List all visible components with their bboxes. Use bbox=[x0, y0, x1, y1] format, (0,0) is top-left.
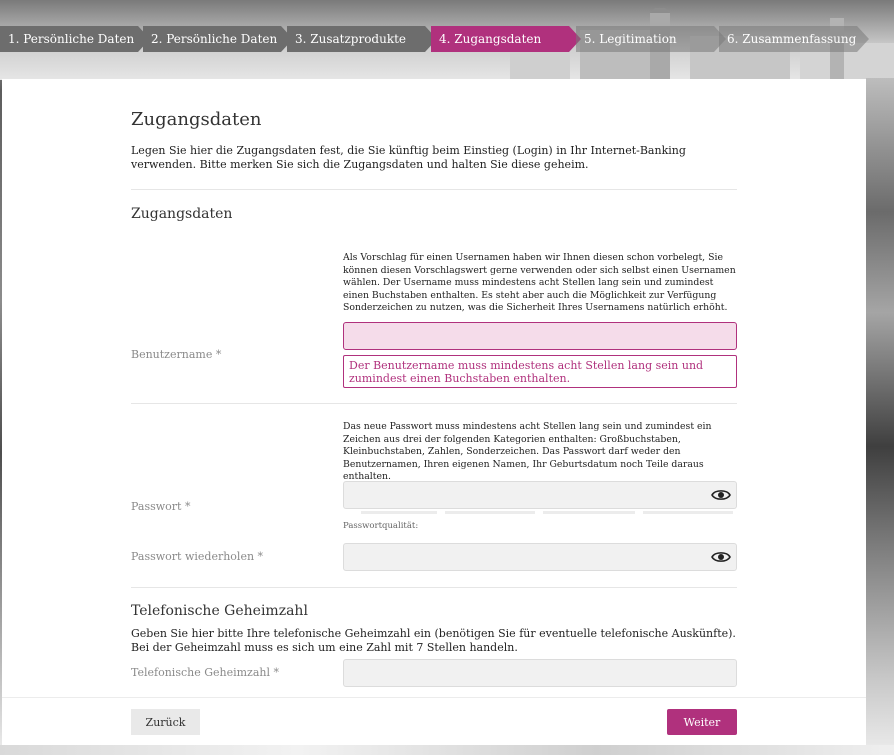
phone-pin-label: Telefonische Geheimzahl * bbox=[131, 666, 280, 679]
username-label: Benutzername * bbox=[131, 348, 222, 361]
password-repeat-input[interactable] bbox=[343, 543, 737, 571]
step-persoenliche-daten-1[interactable]: 1. Persönliche Daten bbox=[0, 26, 150, 52]
divider bbox=[131, 587, 737, 588]
phone-pin-input[interactable] bbox=[343, 659, 737, 687]
background-scenery-right bbox=[866, 78, 894, 748]
password-repeat-label: Passwort wiederholen * bbox=[131, 550, 264, 563]
back-button[interactable]: Zurück bbox=[131, 709, 200, 735]
page-title: Zugangsdaten bbox=[131, 109, 262, 130]
username-hint: Als Vorschlag für einen Usernamen haben … bbox=[343, 252, 736, 313]
step-zugangsdaten: 4. Zugangsdaten bbox=[431, 26, 581, 52]
background-scenery-bottom bbox=[0, 745, 894, 755]
step-zusammenfassung: 6. Zusammenfassung bbox=[719, 26, 869, 52]
form-card: Zugangsdaten Legen Sie hier die Zugangsd… bbox=[2, 79, 866, 745]
password-quality-label: Passwortqualität: bbox=[343, 521, 419, 531]
footer-divider bbox=[2, 697, 866, 698]
section-title-telefonische-geheimzahl: Telefonische Geheimzahl bbox=[131, 603, 308, 619]
step-persoenliche-daten-2[interactable]: 2. Persönliche Daten bbox=[143, 26, 293, 52]
divider bbox=[131, 403, 737, 404]
show-password-repeat-eye-icon[interactable] bbox=[711, 550, 731, 564]
password-input[interactable] bbox=[343, 481, 737, 509]
page-intro: Legen Sie hier die Zugangsdaten fest, di… bbox=[131, 144, 686, 171]
password-quality-meter bbox=[343, 511, 737, 515]
username-input[interactable] bbox=[343, 322, 737, 350]
divider bbox=[131, 189, 737, 190]
password-hint: Das neue Passwort muss mindestens acht S… bbox=[343, 421, 712, 482]
phone-section-description: Geben Sie hier bitte Ihre telefonische G… bbox=[131, 627, 736, 654]
step-legitimation: 5. Legitimation bbox=[576, 26, 726, 52]
progress-steps: 1. Persönliche Daten 2. Persönliche Date… bbox=[0, 26, 894, 52]
username-error-message: Der Benutzername muss mindestens acht St… bbox=[343, 355, 737, 388]
show-password-eye-icon[interactable] bbox=[711, 488, 731, 502]
next-button[interactable]: Weiter bbox=[667, 709, 737, 735]
step-zusatzprodukte[interactable]: 3. Zusatzprodukte bbox=[287, 26, 437, 52]
section-title-zugangsdaten: Zugangsdaten bbox=[131, 206, 233, 222]
password-label: Passwort * bbox=[131, 500, 191, 513]
